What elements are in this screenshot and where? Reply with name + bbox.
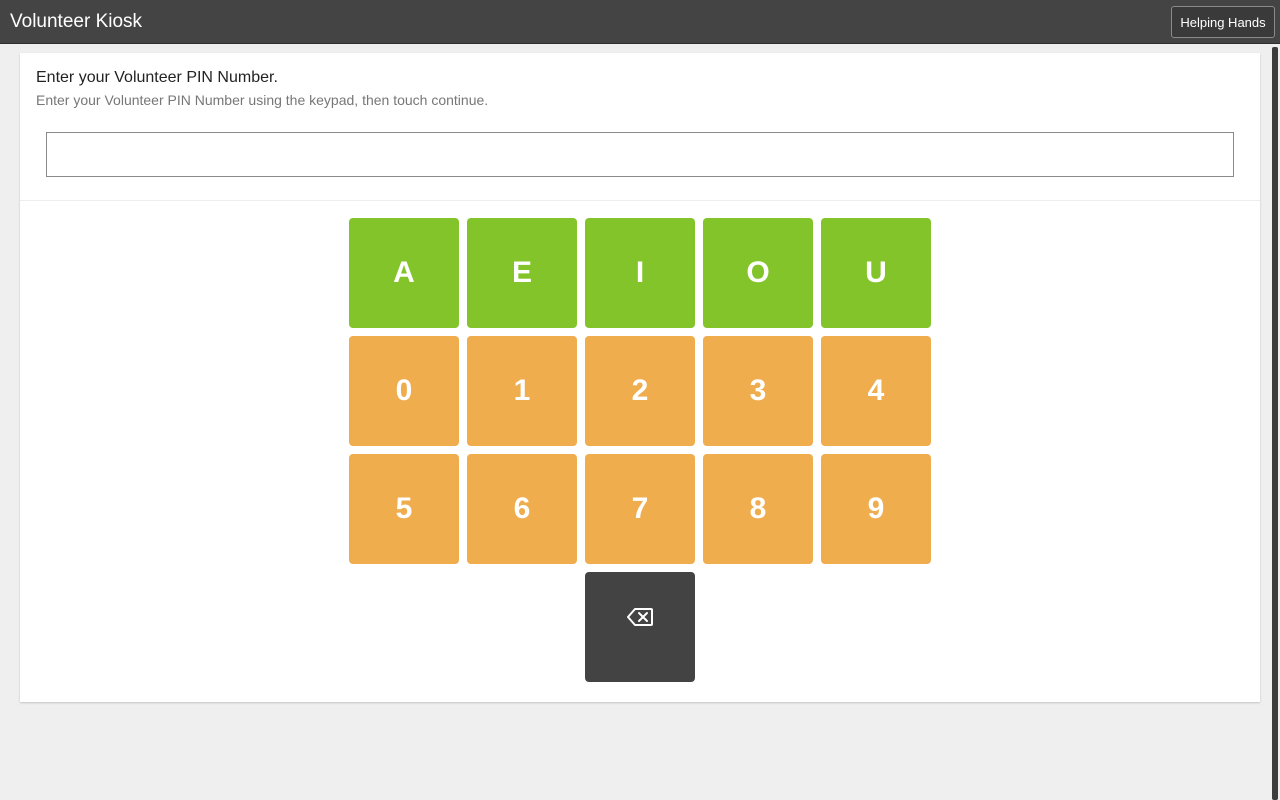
key-e[interactable]: E [467,218,577,328]
key-i[interactable]: I [585,218,695,328]
key-1[interactable]: 1 [467,336,577,446]
app-title: Volunteer Kiosk [10,11,143,32]
pin-entry-card: Enter your Volunteer PIN Number. Enter y… [20,53,1260,702]
key-3[interactable]: 3 [703,336,813,446]
key-6[interactable]: 6 [467,454,577,564]
backspace-icon [627,600,653,634]
key-5[interactable]: 5 [349,454,459,564]
key-o[interactable]: O [703,218,813,328]
key-4[interactable]: 4 [821,336,931,446]
organization-button[interactable]: Helping Hands [1171,6,1275,38]
prompt-title: Enter your Volunteer PIN Number. [36,69,278,86]
key-u[interactable]: U [821,218,931,328]
key-a[interactable]: A [349,218,459,328]
key-0[interactable]: 0 [349,336,459,446]
key-2[interactable]: 2 [585,336,695,446]
key-9[interactable]: 9 [821,454,931,564]
prompt-subtitle: Enter your Volunteer PIN Number using th… [36,92,489,108]
backspace-button[interactable] [585,572,695,682]
top-bar: Volunteer Kiosk Helping Hands [0,0,1280,44]
key-7[interactable]: 7 [585,454,695,564]
key-8[interactable]: 8 [703,454,813,564]
card-header: Enter your Volunteer PIN Number. Enter y… [20,53,1260,201]
scrollbar[interactable] [1272,47,1278,800]
pin-input[interactable] [46,132,1234,177]
